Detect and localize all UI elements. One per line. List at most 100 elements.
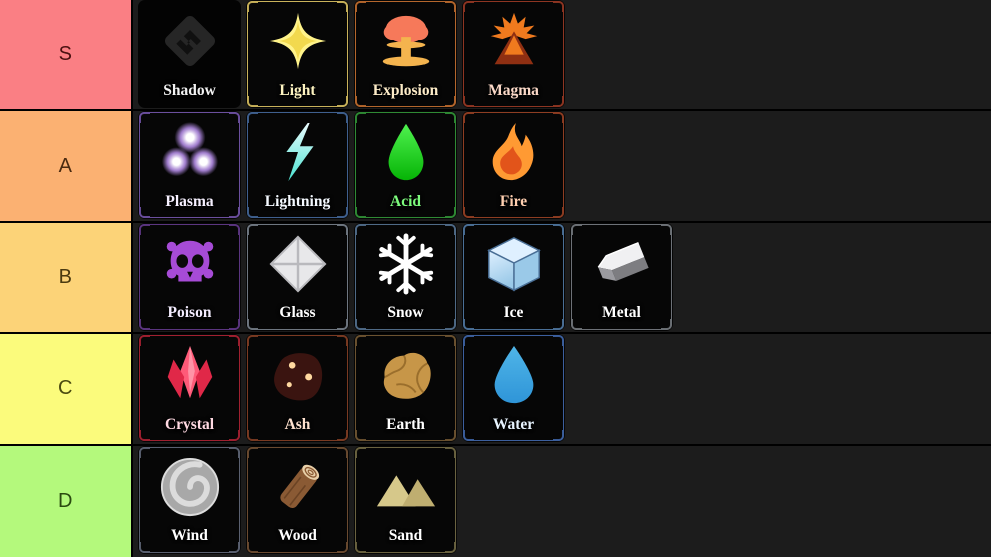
ash-rock-icon bbox=[246, 338, 349, 412]
tier-card-fire[interactable]: Fire bbox=[462, 111, 565, 220]
tier-card-sand[interactable]: Sand bbox=[354, 445, 457, 554]
card-label: Shadow bbox=[163, 81, 216, 99]
card-label: Crystal bbox=[164, 415, 215, 433]
tier-items-d: Wind Wood Sand bbox=[133, 445, 991, 557]
card-label: Fire bbox=[499, 192, 528, 210]
card-corner-ornament-br bbox=[337, 430, 348, 442]
card-corner-ornament-br bbox=[337, 96, 348, 107]
card-corner-ornament-br bbox=[445, 96, 456, 107]
tier-label-s[interactable]: S bbox=[0, 0, 133, 110]
card-corner-ornament-br bbox=[337, 318, 348, 330]
tier-items-s: Shadow Light Explosion Magma bbox=[133, 0, 991, 110]
card-corner-ornament-bl bbox=[139, 430, 150, 442]
card-label: Snow bbox=[387, 304, 424, 322]
card-corner-ornament-br bbox=[445, 541, 456, 553]
tier-items-a: Plasma Lightning Acid Fire bbox=[133, 111, 991, 221]
card-corner-ornament-bl bbox=[139, 541, 150, 553]
tier-list-container: S Shadow Light Explosion Magma A Plasma Lightni… bbox=[0, 0, 991, 557]
card-corner-ornament-bl bbox=[139, 207, 150, 219]
card-corner-ornament-br bbox=[553, 96, 564, 107]
tier-label-d[interactable]: D bbox=[0, 445, 133, 557]
card-corner-ornament-br bbox=[229, 430, 240, 442]
card-label: Plasma bbox=[165, 192, 214, 210]
tier-row-d: D Wind Wood Sand bbox=[0, 445, 991, 557]
card-label: Ash bbox=[284, 415, 311, 433]
shadow-icon bbox=[138, 4, 241, 78]
tier-card-wind[interactable]: Wind bbox=[138, 445, 241, 554]
glass-diamond-icon bbox=[246, 227, 349, 301]
card-corner-ornament-bl bbox=[463, 430, 474, 442]
card-corner-ornament-bl bbox=[463, 207, 474, 219]
lightning-bolt-icon bbox=[246, 115, 349, 189]
tier-card-ice[interactable]: Ice bbox=[462, 222, 565, 331]
tier-card-earth[interactable]: Earth bbox=[354, 334, 457, 443]
tier-card-shadow[interactable]: Shadow bbox=[138, 0, 241, 108]
card-corner-ornament-bl bbox=[247, 318, 258, 330]
card-label: Magma bbox=[488, 81, 539, 99]
card-label: Poison bbox=[167, 304, 212, 322]
poison-skull-icon bbox=[138, 227, 241, 301]
tier-label-c[interactable]: C bbox=[0, 334, 133, 444]
card-corner-ornament-br bbox=[337, 207, 348, 219]
card-corner-ornament-br bbox=[229, 318, 240, 330]
card-label: Glass bbox=[279, 304, 316, 322]
tier-card-ash[interactable]: Ash bbox=[246, 334, 349, 443]
tier-row-a: A Plasma Lightning Acid Fire bbox=[0, 111, 991, 223]
tier-items-b: Poison Glass Snow Ice Metal bbox=[133, 222, 991, 333]
card-corner-ornament-bl bbox=[355, 96, 366, 107]
card-corner-ornament-br bbox=[229, 207, 240, 219]
magma-volcano-icon bbox=[462, 4, 565, 78]
card-corner-ornament-bl bbox=[247, 96, 258, 107]
tier-card-explosion[interactable]: Explosion bbox=[354, 0, 457, 108]
crystal-shards-icon bbox=[138, 338, 241, 412]
metal-ingot-icon bbox=[570, 227, 673, 301]
tier-card-crystal[interactable]: Crystal bbox=[138, 334, 241, 443]
card-label: Lightning bbox=[264, 192, 331, 210]
tier-card-acid[interactable]: Acid bbox=[354, 111, 457, 220]
tier-card-glass[interactable]: Glass bbox=[246, 222, 349, 331]
card-label: Water bbox=[492, 415, 535, 433]
snowflake-icon bbox=[354, 227, 457, 301]
card-corner-ornament-bl bbox=[139, 318, 150, 330]
tier-items-c: Crystal Ash Earth Water bbox=[133, 334, 991, 444]
wind-spiral-icon bbox=[138, 450, 241, 524]
card-corner-ornament-bl bbox=[247, 541, 258, 553]
card-corner-ornament-bl bbox=[571, 318, 582, 330]
light-sparkle-icon bbox=[246, 4, 349, 78]
card-corner-ornament-br bbox=[229, 541, 240, 553]
card-label: Sand bbox=[388, 527, 423, 545]
card-label: Metal bbox=[602, 304, 641, 322]
tier-label-b[interactable]: B bbox=[0, 222, 133, 333]
tier-row-b: B Poison Glass Snow Ice Metal bbox=[0, 222, 991, 335]
card-corner-ornament-br bbox=[553, 318, 564, 330]
card-label: Wood bbox=[278, 527, 317, 545]
card-corner-ornament-bl bbox=[247, 207, 258, 219]
card-corner-ornament-br bbox=[337, 541, 348, 553]
sand-dunes-icon bbox=[354, 450, 457, 524]
card-corner-ornament-bl bbox=[355, 318, 366, 330]
card-corner-ornament-bl bbox=[355, 207, 366, 219]
tier-label-a[interactable]: A bbox=[0, 111, 133, 221]
water-drop-icon bbox=[462, 338, 565, 412]
tier-card-wood[interactable]: Wood bbox=[246, 445, 349, 554]
card-label: Ice bbox=[503, 304, 524, 322]
tier-card-magma[interactable]: Magma bbox=[462, 0, 565, 108]
wood-log-icon bbox=[246, 450, 349, 524]
card-corner-ornament-br bbox=[445, 207, 456, 219]
card-corner-ornament-bl bbox=[355, 541, 366, 553]
card-label: Wind bbox=[171, 527, 208, 545]
card-label: Explosion bbox=[372, 81, 439, 99]
ice-cube-icon bbox=[462, 227, 565, 301]
tier-card-poison[interactable]: Poison bbox=[138, 222, 241, 331]
card-corner-ornament-br bbox=[553, 430, 564, 442]
tier-card-snow[interactable]: Snow bbox=[354, 222, 457, 331]
card-corner-ornament-br bbox=[445, 318, 456, 330]
tier-card-water[interactable]: Water bbox=[462, 334, 565, 443]
card-corner-ornament-bl bbox=[463, 318, 474, 330]
tier-card-metal[interactable]: Metal bbox=[570, 222, 673, 331]
tier-card-plasma[interactable]: Plasma bbox=[138, 111, 241, 220]
tier-row-c: C Crystal Ash Earth Water bbox=[0, 334, 991, 446]
tier-card-lightning[interactable]: Lightning bbox=[246, 111, 349, 220]
card-corner-ornament-bl bbox=[355, 430, 366, 442]
tier-card-light[interactable]: Light bbox=[246, 0, 349, 108]
